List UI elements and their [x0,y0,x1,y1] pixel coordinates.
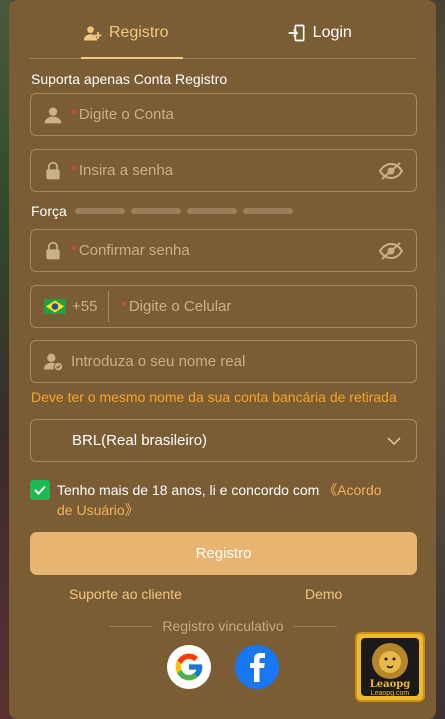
confirm-placeholder: * Confirmar senha [71,242,190,259]
lion-head-icon [372,643,408,679]
account-notice: Suporta apenas Conta Registro [31,71,228,87]
phone-input[interactable]: +55 * Digite o Celular [30,285,417,328]
country-code[interactable]: +55 [72,298,108,315]
phone-divider [108,291,109,322]
confirm-password-input[interactable]: * Confirmar senha [30,229,417,272]
leaopg-logo[interactable]: Leaopg Leaopg.com [355,632,425,702]
currency-value: BRL(Real brasileiro) [72,432,208,449]
divider-line [293,625,338,627]
account-input[interactable]: * Digite o Conta [30,93,417,136]
tab-login[interactable]: Login [223,14,417,58]
agreement-text: Tenho mais de 18 anos, li e concordo com… [57,482,382,518]
customer-support-link[interactable]: Suporte ao cliente [69,586,182,602]
tab-registro-label: Registro [108,24,169,41]
chevron-down-icon [387,436,401,445]
lock-icon [46,241,60,259]
user-icon [44,107,62,123]
realname-input[interactable]: Introduza o seu nome real [30,340,417,383]
required-mark: * [121,298,127,315]
password-placeholder: * Insira a senha [71,162,174,179]
register-panel: Registro Login Suporta apenas Conta Regi… [9,0,436,719]
required-mark: * [71,242,77,259]
tab-login-label: Login [312,24,352,41]
facebook-login-button[interactable] [235,645,279,689]
eye-off-icon[interactable] [378,241,404,261]
google-icon [175,653,203,681]
phone-placeholder: * Digite o Celular [121,298,232,315]
agreement-row: Tenho mais de 18 anos, li e concordo com… [30,480,400,520]
strength-segment [130,208,181,214]
realname-hint: Deve ter o mesmo nome da sua conta bancá… [31,389,397,405]
add-user-icon [83,26,102,41]
agreement-checkbox[interactable] [30,480,50,500]
password-strength: Força [31,203,299,219]
lock-icon [46,161,60,179]
logo-name: Leaopg [369,679,411,690]
strength-segment [242,208,293,214]
login-door-icon [288,24,305,42]
strength-label: Força [31,203,67,219]
required-mark: * [71,106,77,123]
account-placeholder: * Digite o Conta [71,106,174,123]
google-login-button[interactable] [167,645,211,689]
brazil-flag-icon[interactable] [44,299,66,314]
bind-separator: Registro vinculativo [109,618,338,634]
facebook-icon [250,653,265,682]
auth-tabs: Registro Login [29,14,416,59]
check-icon [34,485,46,495]
logo-url: Leaopg.com [370,690,410,697]
register-button[interactable]: Registro [30,532,417,575]
user-check-icon [43,353,63,370]
password-input[interactable]: * Insira a senha [30,149,417,192]
bind-label: Registro vinculativo [162,618,284,634]
eye-off-icon[interactable] [378,161,404,181]
demo-link[interactable]: Demo [305,586,342,602]
required-mark: * [71,162,77,179]
divider-line [109,625,153,627]
strength-segment [74,208,125,214]
tab-registro[interactable]: Registro [29,14,223,59]
realname-placeholder: Introduza o seu nome real [71,353,246,370]
currency-select[interactable]: BRL(Real brasileiro) [30,419,417,462]
strength-segment [186,208,237,214]
